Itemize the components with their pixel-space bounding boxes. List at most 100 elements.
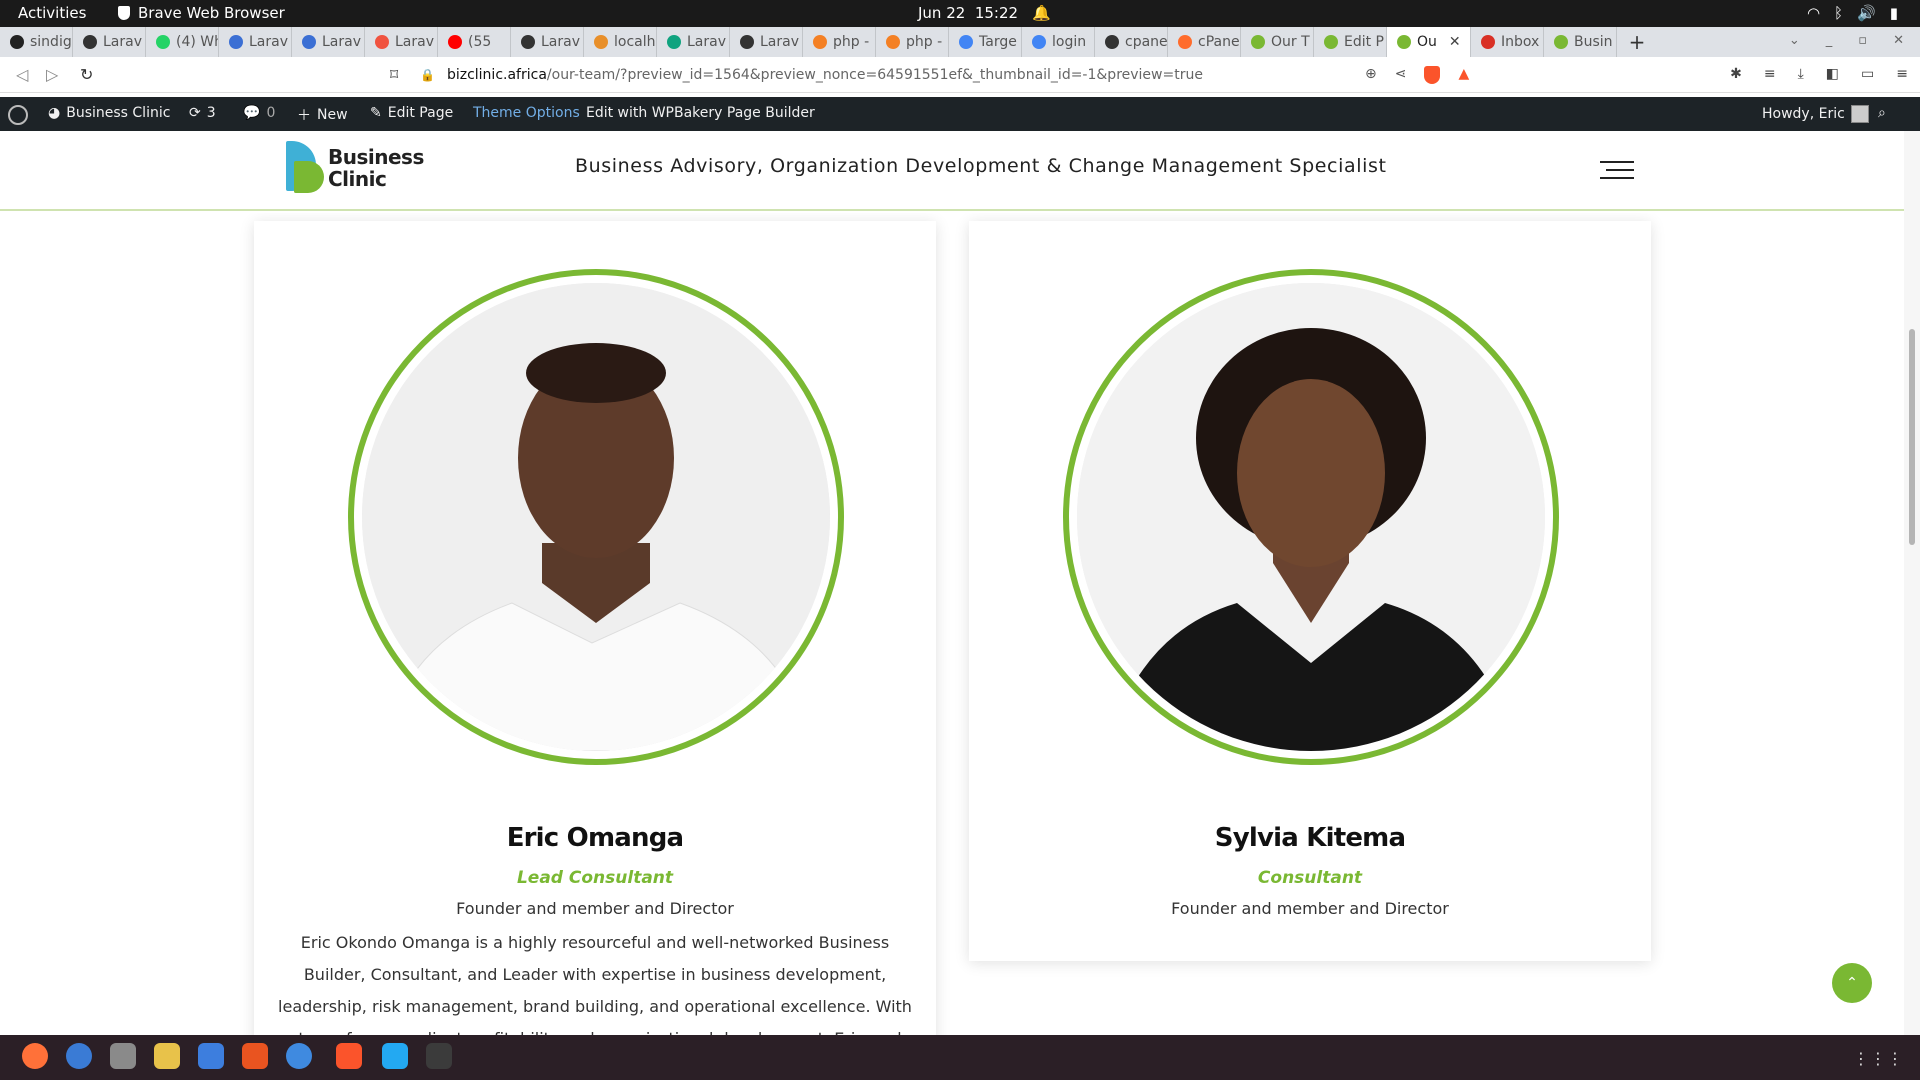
team-member-name: Sylvia Kitema	[1214, 823, 1406, 853]
hamburger-menu-icon[interactable]	[1600, 161, 1634, 181]
tab-favicon-icon	[1481, 35, 1495, 49]
vscode-icon[interactable]	[382, 1043, 408, 1069]
terminal-icon[interactable]	[426, 1043, 452, 1069]
tab-close-icon[interactable]: ✕	[1449, 34, 1461, 50]
browser-tab[interactable]: php -	[803, 27, 876, 57]
tab-favicon-icon	[1251, 35, 1265, 49]
rhythmbox-icon[interactable]	[154, 1043, 180, 1069]
writer-icon[interactable]	[198, 1043, 224, 1069]
browser-tab[interactable]: php -	[876, 27, 949, 57]
tab-favicon-icon	[959, 35, 973, 49]
browser-tab[interactable]: Larav	[365, 27, 438, 57]
brave-rewards-icon[interactable]: ▲	[1458, 66, 1469, 84]
clock[interactable]: Jun 22 15:22 🔔	[918, 4, 1051, 22]
software-center-icon[interactable]	[242, 1043, 268, 1069]
tab-favicon-icon	[886, 35, 900, 49]
wp-site-name[interactable]: ◕ Business Clinic	[48, 105, 170, 121]
wp-wpbakery-link[interactable]: Edit with WPBakery Page Builder	[586, 105, 815, 121]
files-icon[interactable]	[110, 1043, 136, 1069]
browser-tab[interactable]: Targe	[949, 27, 1022, 57]
browser-tab[interactable]: Larav	[219, 27, 292, 57]
tab-favicon-icon	[448, 35, 462, 49]
browser-tab[interactable]: sindig	[0, 27, 73, 57]
tab-label: Larav	[541, 34, 580, 50]
page-scrollbar[interactable]	[1904, 131, 1920, 1035]
minimize-button[interactable]: _	[1826, 33, 1833, 48]
browser-tab[interactable]: cpane	[1095, 27, 1168, 57]
browser-tab[interactable]: Larav	[511, 27, 584, 57]
browser-tab[interactable]: Ou ✕	[1387, 27, 1471, 57]
url-path: /our-team/?preview_id=1564&preview_nonce…	[546, 67, 1203, 83]
forward-icon[interactable]: ▷	[46, 65, 58, 84]
team-card: Eric Omanga Lead Consultant Founder and …	[254, 221, 936, 1035]
wallet-icon[interactable]: ▭	[1861, 66, 1874, 82]
tab-favicon-icon	[83, 35, 97, 49]
scrollbar-thumb[interactable]	[1909, 329, 1915, 545]
wp-logo-icon[interactable]	[8, 105, 28, 125]
activities-button[interactable]: Activities	[18, 4, 86, 22]
bookmark-icon[interactable]: ⌑	[390, 65, 398, 84]
app-name: Brave Web Browser	[138, 4, 285, 22]
tab-favicon-icon	[1178, 35, 1192, 49]
browser-tab[interactable]: Edit P	[1314, 27, 1387, 57]
help-icon[interactable]	[286, 1043, 312, 1069]
browser-tab[interactable]: Inbox	[1471, 27, 1544, 57]
browser-tab[interactable]: Larav	[292, 27, 365, 57]
avatar	[1850, 105, 1869, 123]
wp-comments[interactable]: 💬 0	[243, 105, 275, 121]
close-window-button[interactable]: ✕	[1893, 33, 1904, 48]
media-controls-icon[interactable]: ≡	[1764, 66, 1776, 82]
browser-tab[interactable]: (4) Wh	[146, 27, 219, 57]
system-tray[interactable]: ◠ ᛒ 🔊 ▮	[1807, 4, 1898, 22]
browser-tab[interactable]: localh	[584, 27, 657, 57]
new-tab-button[interactable]: +	[1617, 30, 1657, 54]
tab-search-icon[interactable]: ⌄	[1789, 33, 1800, 48]
photo-frame	[348, 269, 844, 765]
comment-icon: 💬	[243, 105, 261, 121]
app-menu[interactable]: Brave Web Browser	[118, 4, 285, 22]
tab-favicon-icon	[813, 35, 827, 49]
firefox-icon[interactable]	[22, 1043, 48, 1069]
browser-tab[interactable]: Larav	[657, 27, 730, 57]
sidebar-icon[interactable]: ◧	[1826, 66, 1839, 82]
browser-tab[interactable]: cPane	[1168, 27, 1241, 57]
browser-tab[interactable]: Larav	[73, 27, 146, 57]
brave-shields-icon[interactable]	[1424, 66, 1441, 84]
browser-tab[interactable]: login	[1022, 27, 1095, 57]
site-tagline: Business Advisory, Organization Developm…	[575, 155, 1387, 177]
volume-icon: 🔊	[1857, 4, 1876, 22]
wp-updates[interactable]: ⟳ 3	[189, 105, 216, 121]
scroll-to-top-button[interactable]: ⌃	[1832, 963, 1872, 1003]
team-photo-eric	[362, 283, 830, 751]
menu-icon[interactable]: ≡	[1896, 66, 1908, 82]
reload-icon[interactable]: ↻	[80, 65, 93, 84]
zoom-icon[interactable]: ⊕	[1365, 66, 1377, 84]
tab-label: cPane	[1198, 34, 1240, 50]
team-card: Sylvia Kitema Consultant Founder and mem…	[969, 221, 1651, 961]
updates-icon: ⟳	[189, 105, 201, 121]
extensions-icon[interactable]: ✱	[1730, 66, 1742, 82]
browser-tab[interactable]: Our T	[1241, 27, 1314, 57]
wp-search-icon[interactable]: ⌕	[1878, 105, 1886, 121]
browser-tab[interactable]: (55	[438, 27, 511, 57]
tab-label: Inbox	[1501, 34, 1540, 50]
wp-theme-options[interactable]: Theme Options	[473, 105, 580, 121]
browser-tab[interactable]: Larav	[730, 27, 803, 57]
wp-howdy[interactable]: Howdy, Eric	[1762, 105, 1869, 123]
tab-favicon-icon	[1032, 35, 1046, 49]
share-icon[interactable]: ⋖	[1395, 66, 1407, 84]
brave-dock-icon[interactable]	[336, 1043, 362, 1069]
thunderbird-icon[interactable]	[66, 1043, 92, 1069]
wp-new-content[interactable]: ＋ New	[297, 105, 348, 125]
tab-label: Larav	[249, 34, 288, 50]
show-apps-icon[interactable]: ⋮⋮⋮	[1853, 1049, 1904, 1068]
wp-edit-page[interactable]: ✎ Edit Page	[370, 105, 453, 121]
maximize-button[interactable]: ▫	[1858, 33, 1867, 48]
browser-tab[interactable]: Busin	[1544, 27, 1617, 57]
site-logo[interactable]: Business Clinic	[286, 141, 424, 193]
tab-label: Edit P	[1344, 34, 1385, 50]
address-bar[interactable]: 🔒 bizclinic.africa/our-team/?preview_id=…	[420, 62, 1460, 88]
tab-label: Busin	[1574, 34, 1613, 50]
downloads-icon[interactable]: ⤓	[1798, 66, 1804, 82]
back-icon[interactable]: ◁	[16, 65, 28, 84]
